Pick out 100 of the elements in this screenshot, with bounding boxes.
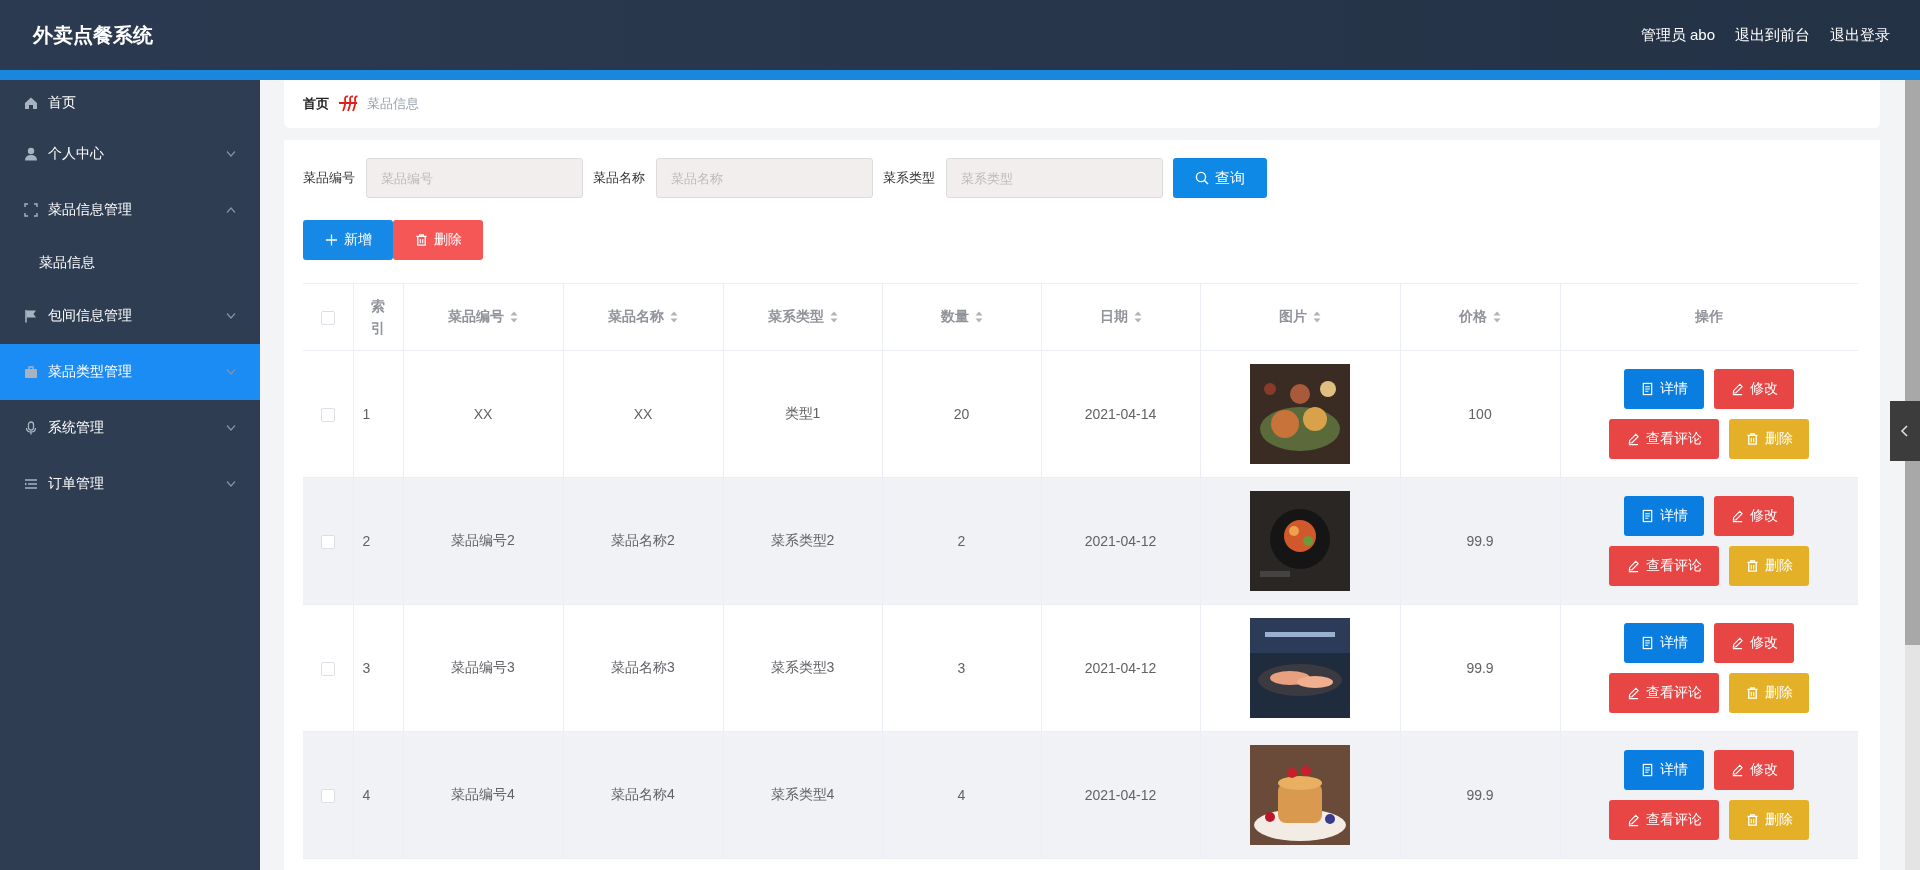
trash-icon (1745, 813, 1759, 827)
table-cell: 菜品名称4 (611, 786, 675, 802)
chevron-down-icon (226, 151, 236, 157)
document-icon (1640, 509, 1654, 523)
sort-icon (829, 311, 838, 323)
table-cell: XX (633, 406, 653, 422)
column-header[interactable]: 日期 (1099, 308, 1142, 326)
pencil-icon (1626, 686, 1640, 700)
table-cell: 菜品编号3 (451, 659, 515, 675)
separator-icon (338, 95, 358, 113)
table-cell: 99.9 (1466, 787, 1494, 803)
table-cell: 3 (362, 660, 371, 676)
sort-icon (670, 311, 678, 323)
table-cell: 2021-04-12 (1084, 533, 1157, 549)
briefcase-icon (24, 365, 38, 379)
sidebar-item[interactable]: 菜品信息管理 (0, 182, 260, 238)
table-cell: 2021-04-14 (1084, 406, 1157, 422)
delete-button[interactable]: 删除 (393, 220, 483, 260)
pencil-icon (1626, 813, 1640, 827)
frame-corners-icon (24, 203, 38, 217)
table-cell: 99.9 (1466, 533, 1494, 549)
column-header: 索引 (371, 296, 385, 338)
edit-button[interactable]: 修改 (1714, 496, 1795, 536)
table-cell: 4 (362, 787, 371, 803)
plus-icon (324, 233, 338, 247)
user-icon (24, 147, 38, 161)
column-header[interactable]: 数量 (940, 308, 983, 326)
sidebar-item[interactable]: 包间信息管理 (0, 288, 260, 344)
document-icon (1640, 382, 1654, 396)
view-comments-button[interactable]: 查看评论 (1609, 673, 1720, 713)
table-cell: 2 (362, 533, 371, 549)
chevron-left-icon (1899, 423, 1911, 439)
checkbox[interactable] (320, 535, 335, 550)
delete-button[interactable]: 删除 (1729, 800, 1810, 840)
trash-icon (1745, 686, 1759, 700)
checkbox[interactable] (320, 311, 335, 326)
scrollbar[interactable] (1905, 80, 1920, 870)
search-button[interactable]: 查询 (1173, 158, 1267, 198)
search-icon (1195, 171, 1209, 185)
table-cell: XX (473, 406, 493, 422)
add-button[interactable]: 新增 (303, 220, 393, 260)
view-comments-button[interactable]: 查看评论 (1609, 546, 1720, 586)
pencil-icon (1626, 559, 1640, 573)
breadcrumb-link[interactable]: 菜品信息 (367, 95, 419, 113)
details-button[interactable]: 详情 (1624, 750, 1705, 790)
edit-button[interactable]: 修改 (1714, 623, 1795, 663)
delete-button[interactable]: 删除 (1729, 419, 1810, 459)
delete-button[interactable]: 删除 (1729, 546, 1810, 586)
chevron-down-icon (226, 425, 236, 431)
checkbox[interactable] (320, 662, 335, 677)
table-cell: 菜系类型3 (770, 659, 835, 675)
details-button[interactable]: 详情 (1624, 369, 1705, 409)
header-link[interactable]: 退出登录 (1830, 25, 1890, 45)
chevron-up-icon (226, 207, 236, 213)
checkbox[interactable] (320, 408, 335, 423)
document-icon (1640, 763, 1654, 777)
table-cell: 3 (957, 660, 966, 676)
sidebar-item[interactable]: 订单管理 (0, 456, 260, 512)
view-comments-button[interactable]: 查看评论 (1609, 419, 1720, 459)
microphone-icon (24, 421, 38, 435)
details-button[interactable]: 详情 (1624, 623, 1705, 663)
field-label: 菜系类型 (883, 169, 935, 187)
sort-icon (510, 311, 518, 323)
sidebar-item[interactable]: 个人中心 (0, 126, 260, 182)
sidebar-item[interactable]: 菜品类型管理 (0, 344, 260, 400)
edit-button[interactable]: 修改 (1714, 750, 1795, 790)
breadcrumb-link[interactable]: 首页 (303, 95, 329, 113)
table-cell: 菜品编号4 (451, 786, 515, 802)
field-label: 菜品名称 (593, 169, 645, 187)
panel-toggle-button[interactable] (1890, 401, 1920, 461)
details-button[interactable]: 详情 (1624, 496, 1705, 536)
home-icon (24, 96, 38, 110)
table-cell: 类型1 (784, 405, 821, 421)
column-header[interactable]: 菜品编号 (448, 308, 518, 326)
pencil-icon (1626, 432, 1640, 446)
checkbox[interactable] (320, 789, 335, 804)
table-cell: 4 (957, 787, 966, 803)
table-cell: 2021-04-12 (1084, 787, 1157, 803)
column-header[interactable]: 图片 (1279, 308, 1321, 326)
column-header[interactable]: 菜系类型 (767, 308, 838, 326)
document-icon (1640, 636, 1654, 650)
table-cell: 99.9 (1466, 660, 1494, 676)
trash-icon (414, 233, 428, 247)
table-cell: 2 (957, 533, 966, 549)
sidebar-item[interactable]: 首页 (0, 80, 260, 126)
view-comments-button[interactable]: 查看评论 (1609, 800, 1720, 840)
table-cell: 100 (1468, 406, 1492, 422)
header-link[interactable]: 退出到前台 (1735, 25, 1810, 45)
sidebar-item[interactable]: 系统管理 (0, 400, 260, 456)
field-label: 菜品编号 (303, 169, 355, 187)
sort-icon (1493, 311, 1501, 323)
table-cell: 2021-04-12 (1084, 660, 1157, 676)
header-link[interactable]: 管理员 abo (1640, 25, 1715, 45)
trash-icon (1745, 559, 1759, 573)
column-header[interactable]: 价格 (1459, 308, 1501, 326)
edit-button[interactable]: 修改 (1714, 369, 1795, 409)
sidebar-subitem[interactable]: 菜品信息 (0, 238, 260, 288)
sort-icon (974, 311, 983, 323)
delete-button[interactable]: 删除 (1729, 673, 1810, 713)
column-header[interactable]: 菜品名称 (608, 308, 678, 326)
